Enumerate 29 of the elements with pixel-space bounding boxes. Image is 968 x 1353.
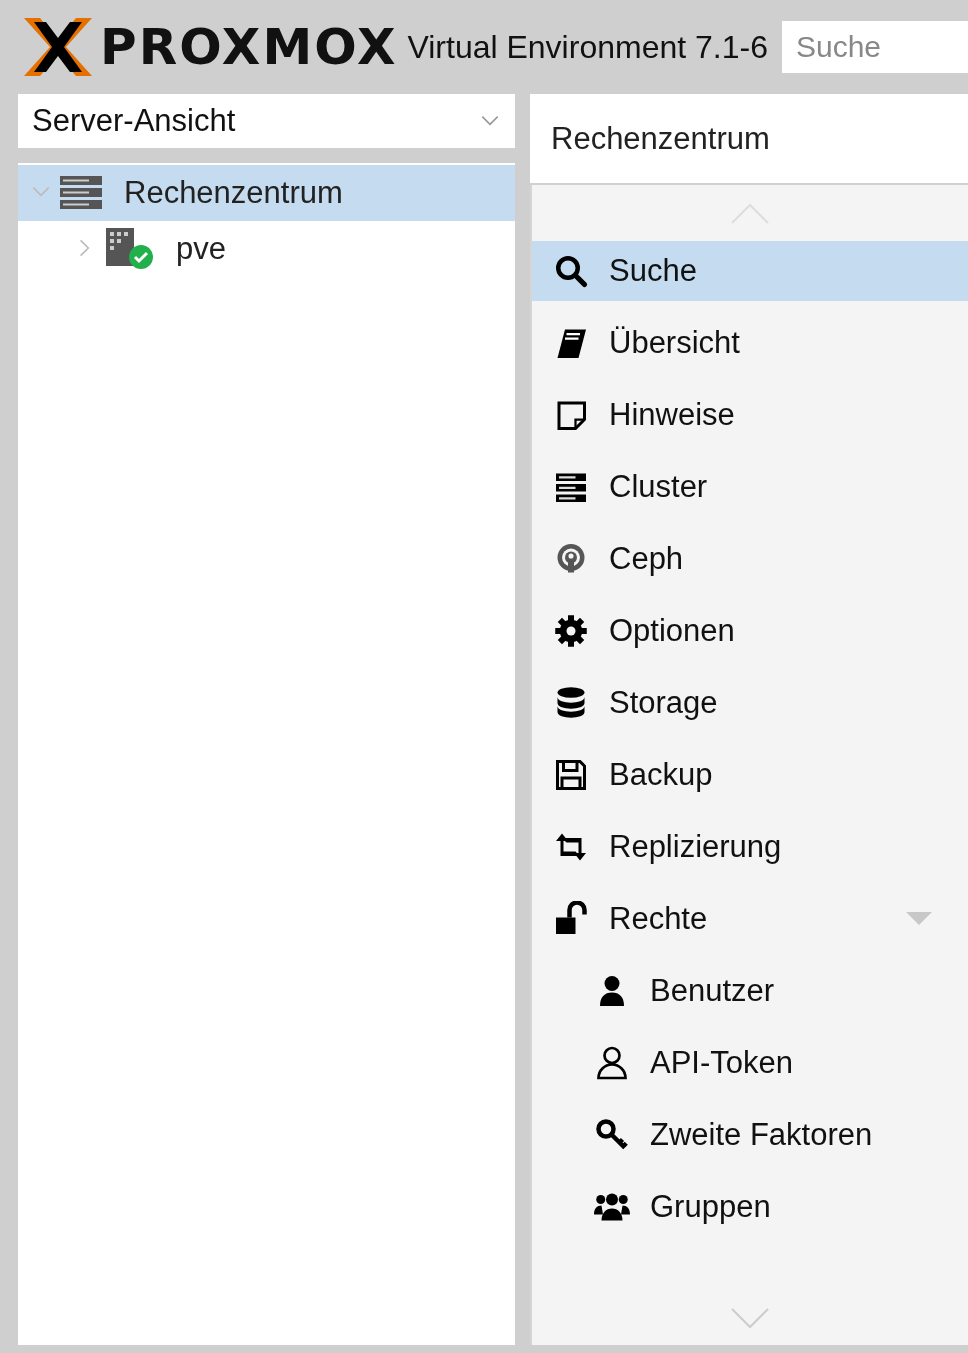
- unlocked-padlock-icon: [553, 901, 589, 937]
- product-title: Virtual Environment 7.1-6: [407, 28, 768, 66]
- gear-icon: [553, 613, 589, 649]
- nav-item[interactable]: Ceph: [532, 529, 968, 589]
- logo-text: PROXMOX: [100, 18, 398, 76]
- nav-item[interactable]: Cluster: [532, 457, 968, 517]
- nav-item[interactable]: Optionen: [532, 601, 968, 661]
- scroll-down-icon[interactable]: [730, 1307, 770, 1329]
- nav-item[interactable]: Hinweise: [532, 385, 968, 445]
- nav-item[interactable]: Backup: [532, 745, 968, 805]
- view-dropdown[interactable]: Server-Ansicht: [18, 94, 515, 148]
- nav-item[interactable]: Storage: [532, 673, 968, 733]
- nav-item[interactable]: Gruppen: [532, 1177, 968, 1237]
- nav-item[interactable]: Benutzer: [532, 961, 968, 1021]
- caret-icon[interactable]: [906, 912, 932, 926]
- search-field[interactable]: Suche: [781, 21, 968, 73]
- panel-title: Rechenzentrum: [530, 94, 968, 185]
- nav-item[interactable]: Suche: [532, 241, 968, 301]
- tree-item[interactable]: pve: [176, 231, 226, 267]
- server-status-icon: [104, 228, 154, 270]
- user-outline-icon: [594, 1045, 630, 1081]
- nav-item[interactable]: Übersicht: [532, 313, 968, 373]
- floppy-icon: [553, 757, 589, 793]
- nav-item[interactable]: Replizierung: [532, 817, 968, 877]
- nav-item[interactable]: Zweite Faktoren: [532, 1105, 968, 1165]
- search-icon: [553, 253, 589, 289]
- server-rack-icon: [60, 176, 102, 210]
- nav-item[interactable]: Rechte: [532, 889, 968, 949]
- nav-item[interactable]: API-Token: [532, 1033, 968, 1093]
